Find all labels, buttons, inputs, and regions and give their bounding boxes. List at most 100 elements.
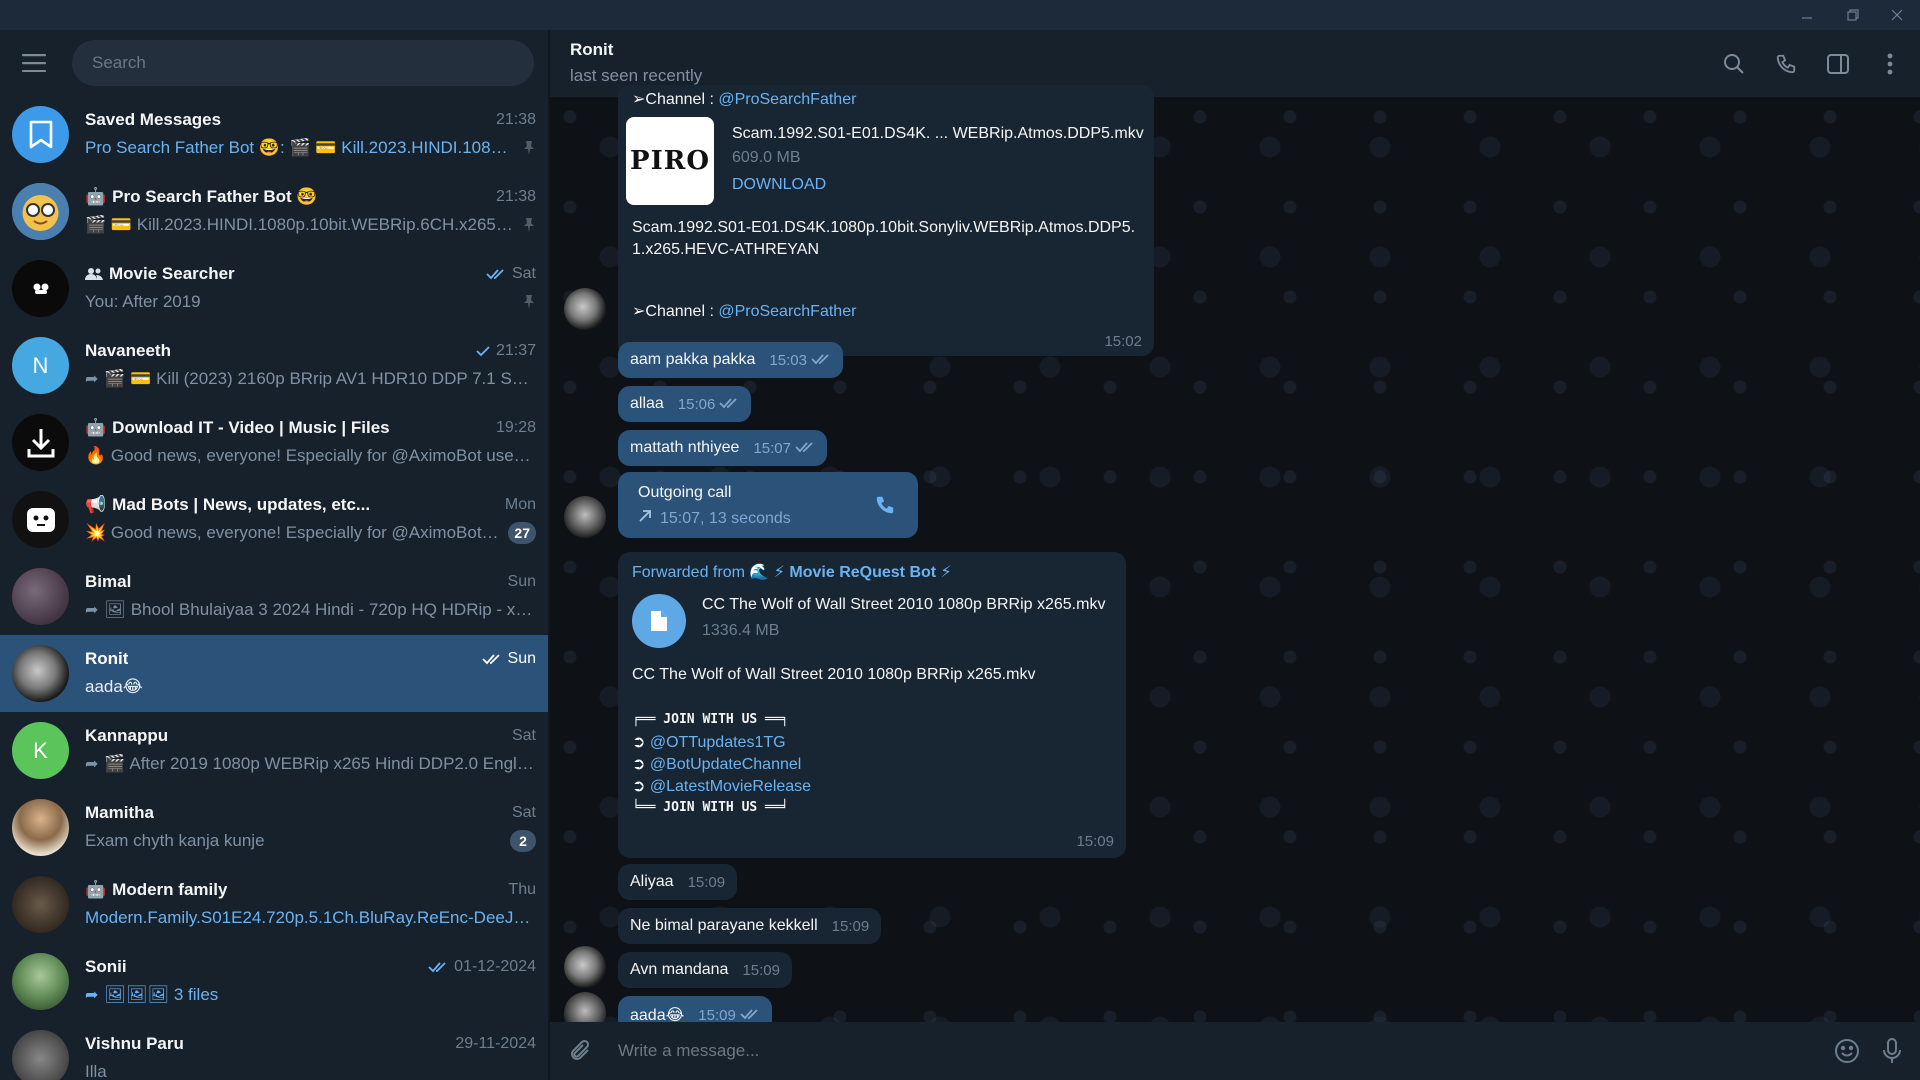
channel-link[interactable]: @BotUpdateChannel (650, 756, 801, 773)
chat-preview: Exam chyth kanja kunje (85, 830, 265, 850)
minimize-icon[interactable] (1784, 0, 1830, 30)
message-input[interactable] (618, 1041, 1834, 1061)
group-icon (85, 267, 103, 281)
forwarded-header: Forwarded from 🌊 ⚡ Movie ReQuest Bot ⚡ (632, 564, 952, 581)
emoji-icon[interactable] (1834, 1038, 1860, 1064)
chat-preview: Illa (85, 1061, 107, 1080)
file-icon[interactable] (632, 594, 686, 648)
chat-name: Mamitha (85, 802, 154, 822)
chat-time: 21:37 (495, 341, 536, 359)
chat-item-saved-messages[interactable]: Saved Messages 21:38 Pro Search Father Bo… (0, 96, 548, 173)
chat-item-pro-search-father-bot[interactable]: 🤖 Pro Search Father Bot 🤓 21:38 🎬 💳 Kill.2… (0, 173, 548, 250)
file-size: 609.0 MB (732, 149, 801, 166)
forward-icon: ➦ (85, 601, 99, 619)
megaphone-icon: 📢 (85, 494, 107, 514)
channel-link[interactable]: @ProSearchFather (718, 91, 856, 108)
download-icon (12, 414, 69, 471)
chat-item-navaneeth[interactable]: N Navaneeth 21:37 ➦ 🎬 💳 Kill (2023) 2160p … (0, 327, 548, 404)
chat-item-movie-searcher[interactable]: Movie Searcher Sat You: After 2019 (0, 250, 548, 327)
chat-item-sonii[interactable]: Sonii 01-12-2024 ➦ 🖼🖼🖼 3 files (0, 943, 548, 1020)
join-banner-top: ╒══ JOIN WITH US ══╕ (632, 712, 789, 727)
chat-preview: 🎬 💳 Kill (2023) 2160p BRrip AV1 HDR10 DD… (104, 368, 536, 388)
chat-preview: You: After 2019 (85, 291, 201, 311)
phone-icon[interactable] (1770, 48, 1802, 80)
message-text: mattath nthiyee (630, 439, 740, 456)
hamburger-menu-icon[interactable] (18, 47, 50, 79)
outgoing-call-message[interactable]: Outgoing call 15:07, 13 seconds (618, 472, 918, 538)
message-text: Avn mandana (630, 961, 729, 978)
chat-name: Modern family (112, 879, 228, 899)
file-name: CC The Wolf of Wall Street 2010 1080p BR… (702, 596, 1106, 613)
chat-preview: 🎬 After 2019 1080p WEBRip x265 Hindi DDP… (104, 753, 536, 773)
chat-item-ronit[interactable]: Ronit Sun aada😂 (0, 635, 548, 712)
avatar[interactable] (564, 288, 606, 330)
chat-time: 19:28 (495, 418, 536, 436)
outgoing-message[interactable]: aam pakka pakka 15:03 (618, 342, 843, 378)
message-text: allaa (630, 395, 664, 412)
chat-time: Mon (504, 495, 536, 513)
thumbnail-text: PIRO (630, 146, 710, 176)
chat-item-kannappu[interactable]: K Kannappu Sat ➦ 🎬 After 2019 1080p WEBRip… (0, 712, 548, 789)
chat-preview: Modern.Family.S01E24.720p.5.1Ch.BluRay.R… (85, 907, 536, 927)
file-thumbnail[interactable]: PIRO (626, 117, 714, 205)
chat-item-mamitha[interactable]: Mamitha Sat Exam chyth kanja kunje 2 (0, 789, 548, 866)
avatar: N (12, 337, 69, 394)
chat-preview: 🖼 Bhool Bhulaiyaa 3 2024 Hindi - 720p HQ… (104, 599, 536, 619)
chat-item-modern-family[interactable]: 🤖 Modern family Thu Modern.Family.S01E24.7… (0, 866, 548, 943)
chat-name: Kannappu (85, 725, 169, 745)
phone-icon[interactable] (874, 494, 896, 521)
incoming-message[interactable]: Aliyaa 15:09 (618, 864, 738, 900)
chat-item-download-it[interactable]: 🤖 Download IT - Video | Music | Files 19:2… (0, 404, 548, 481)
double-check-icon (486, 268, 506, 280)
outgoing-message[interactable]: mattath nthiyee 15:07 (618, 430, 827, 466)
close-icon[interactable] (1874, 0, 1920, 30)
chat-name: Saved Messages (85, 109, 222, 129)
chat-name: Download IT - Video | Music | Files (112, 417, 390, 437)
bookmark-icon (12, 106, 69, 163)
chat-item-mad-bots[interactable]: 📢 Mad Bots | News, updates, etc... Mon 💥 G… (0, 481, 548, 558)
join-banner-bottom: ╘══ JOIN WITH US ══╛ (632, 800, 789, 815)
avatar (12, 1030, 69, 1080)
bot-avatar (12, 183, 69, 240)
microphone-icon[interactable] (1882, 1037, 1902, 1065)
outgoing-message[interactable]: allaa 15:06 (618, 386, 752, 422)
search-box[interactable] (72, 40, 534, 86)
restore-icon[interactable] (1830, 0, 1876, 30)
channel-link[interactable]: @OTTupdates1TG (650, 734, 786, 751)
sidebar-toggle-icon[interactable] (1822, 48, 1854, 80)
unread-badge: 2 (510, 829, 536, 852)
message-text: Ne bimal parayane kekkell (630, 917, 818, 934)
message-time: 15:09 (831, 917, 870, 935)
chat-item-vishnu-paru[interactable]: Vishnu Paru 29-11-2024 Illa (0, 1020, 548, 1080)
chat-item-bimal[interactable]: Bimal Sun ➦ 🖼 Bhool Bhulaiyaa 3 2024 Hindi… (0, 558, 548, 635)
chat-name: Bimal (85, 571, 132, 591)
chat-preview: aada😂 (85, 676, 143, 696)
incoming-message[interactable]: Ne bimal parayane kekkell 15:09 (618, 908, 882, 944)
chat-name: Pro Search Father Bot 🤓 (112, 186, 318, 206)
channel-link[interactable]: @LatestMovieRelease (650, 778, 811, 795)
message-text: Aliyaa (630, 873, 674, 890)
download-button[interactable]: DOWNLOAD (732, 176, 826, 194)
channel-line: ➢Channel : @ProSearchFather (632, 303, 857, 320)
avatar[interactable] (564, 946, 606, 988)
incoming-message[interactable]: Avn mandana 15:09 (618, 952, 792, 988)
forwarded-file-message[interactable]: Forwarded from 🌊 ⚡ Movie ReQuest Bot ⚡ C… (618, 552, 1126, 858)
channel-line: ➢Channel : @ProSearchFather (632, 91, 857, 108)
chat-time: 21:38 (495, 110, 536, 128)
file-message[interactable]: ➢Channel : @ProSearchFather PIRO Scam.19… (618, 85, 1154, 356)
file-size: 1336.4 MB (702, 622, 780, 639)
check-icon (476, 345, 490, 357)
search-input[interactable] (92, 53, 514, 73)
attach-icon[interactable] (568, 1039, 592, 1063)
search-icon[interactable] (1718, 48, 1750, 80)
file-caption: Scam.1992.S01-E01.DS4K.1080p.10bit.Sonyl… (632, 219, 1136, 258)
chat-time: 01-12-2024 (454, 957, 536, 975)
avatar[interactable] (564, 496, 606, 538)
more-options-icon[interactable] (1874, 48, 1906, 80)
chat-time: Sat (511, 264, 536, 282)
file-caption: CC The Wolf of Wall Street 2010 1080p BR… (632, 666, 1036, 683)
channel-link[interactable]: @ProSearchFather (718, 303, 856, 320)
double-check-icon (481, 653, 502, 665)
forwarded-from-name[interactable]: 🌊 ⚡ Movie ReQuest Bot ⚡ (749, 564, 951, 581)
chat-name: Vishnu Paru (85, 1033, 184, 1053)
